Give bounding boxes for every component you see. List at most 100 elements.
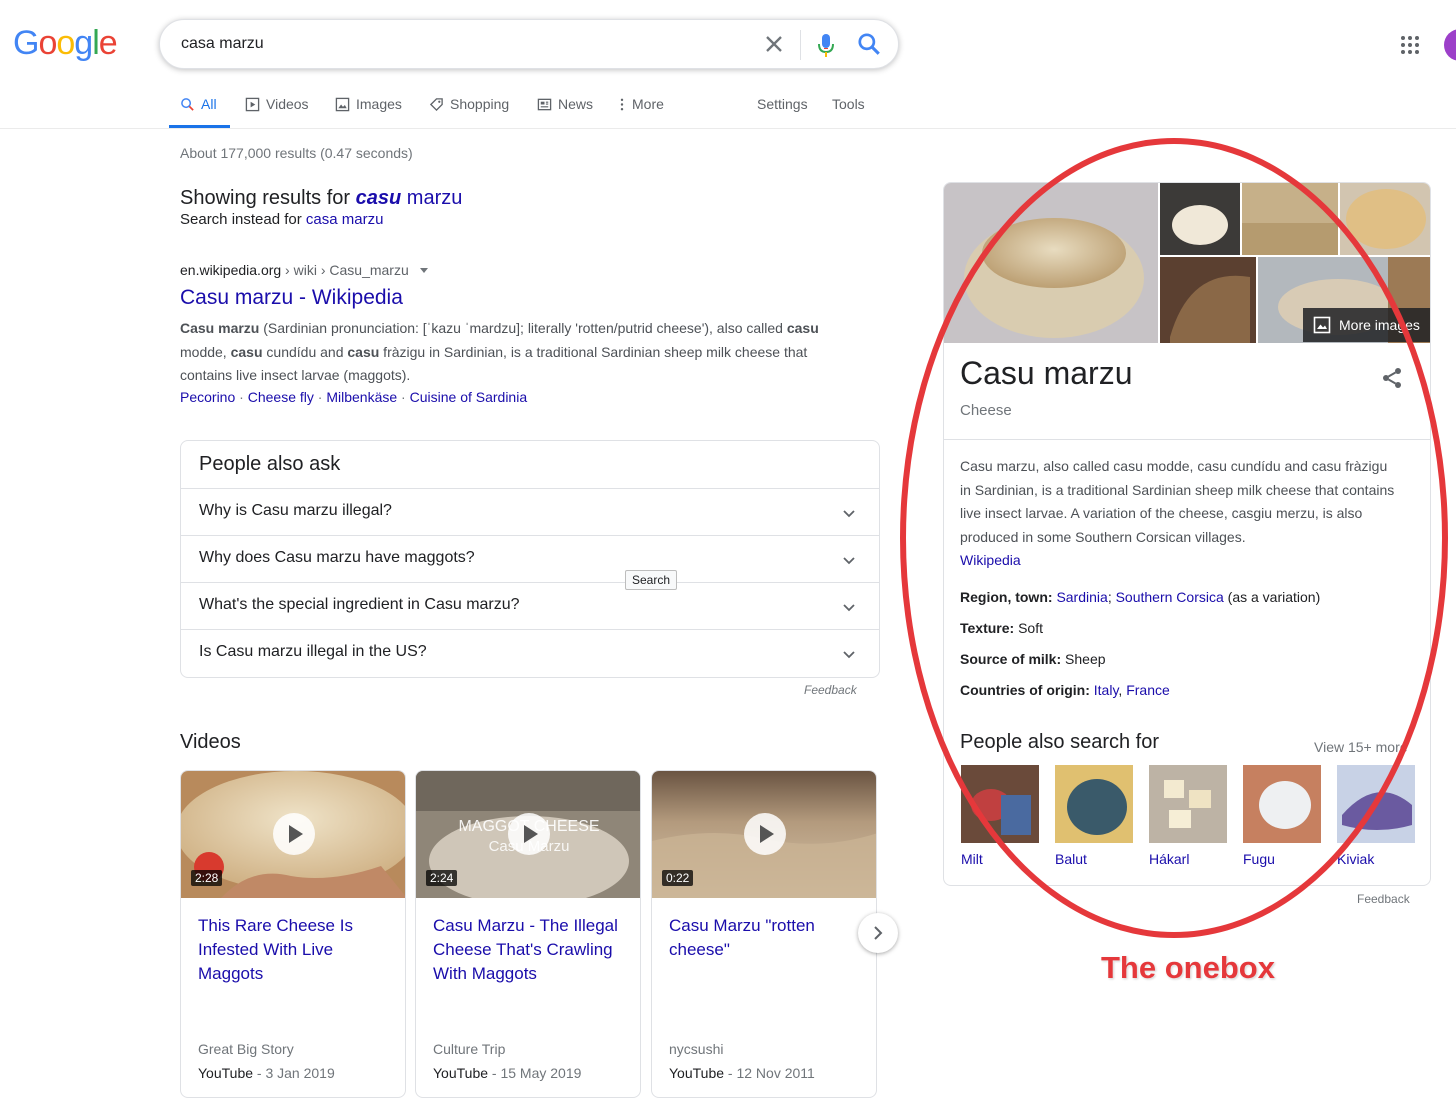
videos-next-button[interactable] bbox=[858, 913, 898, 953]
tab-settings[interactable]: Settings bbox=[757, 96, 808, 112]
result-url[interactable]: en.wikipedia.org › wiki › Casu_marzu bbox=[180, 262, 429, 278]
tab-all[interactable]: All bbox=[180, 96, 217, 112]
active-tab-indicator bbox=[169, 125, 230, 128]
snippet-text: (Sardinian pronunciation: [ˈkazu ˈmardzu… bbox=[259, 320, 787, 336]
video-duration: 0:22 bbox=[662, 870, 694, 886]
tab-label: More bbox=[632, 96, 664, 112]
paa-question[interactable]: What's the special ingredient in Casu ma… bbox=[181, 582, 879, 629]
tab-tools[interactable]: Tools bbox=[832, 96, 865, 112]
video-card[interactable]: MAGGOT CHEESE Casu Marzu 2:24 Casu Marzu… bbox=[415, 770, 641, 1098]
play-icon[interactable] bbox=[744, 813, 786, 855]
clear-icon[interactable] bbox=[760, 30, 788, 58]
apps-grid-icon[interactable] bbox=[1400, 35, 1420, 55]
spelling-correction: Showing results for casu marzu bbox=[180, 187, 462, 210]
video-title[interactable]: This Rare Cheese Is Infested With Live M… bbox=[198, 914, 388, 986]
result-domain: en.wikipedia.org bbox=[180, 262, 282, 278]
search-divider bbox=[800, 30, 801, 60]
video-source: YouTube - 12 Nov 2011 bbox=[669, 1065, 815, 1081]
correction-prefix: Showing results for bbox=[180, 187, 356, 209]
sitelink[interactable]: Cheese fly bbox=[248, 389, 314, 405]
tab-label: Tools bbox=[832, 96, 865, 112]
video-date: - 3 Jan 2019 bbox=[253, 1065, 335, 1081]
video-platform: YouTube bbox=[433, 1065, 489, 1081]
logo-letter: e bbox=[98, 24, 118, 62]
paa-feedback-link[interactable]: Feedback bbox=[804, 683, 857, 697]
tab-label: Settings bbox=[757, 96, 808, 112]
result-path: › wiki › Casu_marzu bbox=[281, 262, 409, 278]
paa-question-text: What's the special ingredient in Casu ma… bbox=[199, 596, 520, 613]
corrected-rest: marzu bbox=[401, 187, 463, 209]
annotation-label: The onebox bbox=[1101, 950, 1275, 985]
chevron-down-icon bbox=[843, 510, 855, 518]
sitelink[interactable]: Pecorino bbox=[180, 389, 235, 405]
google-logo[interactable]: Google bbox=[13, 24, 118, 63]
logo-letter: g bbox=[74, 24, 93, 62]
paa-question-text: Why does Casu marzu have maggots? bbox=[199, 549, 475, 566]
tab-label: News bbox=[558, 96, 594, 112]
pasf-label[interactable]: Kiviak bbox=[1337, 851, 1415, 867]
snippet-bold: casu bbox=[230, 343, 263, 360]
sitelink[interactable]: Cuisine of Sardinia bbox=[410, 389, 528, 405]
corrected-bold: casu bbox=[355, 187, 402, 209]
result-title-link[interactable]: Casu marzu - Wikipedia bbox=[180, 286, 403, 310]
image-icon bbox=[335, 97, 350, 111]
logo-letter: o bbox=[38, 24, 57, 62]
video-date: - 15 May 2019 bbox=[488, 1065, 582, 1081]
search-icon[interactable] bbox=[856, 31, 882, 57]
video-card[interactable]: 0:22 Casu Marzu "rotten cheese" nycsushi… bbox=[651, 770, 877, 1098]
paa-question-text: Is Casu marzu illegal in the US? bbox=[199, 643, 427, 660]
people-also-ask: People also ask Why is Casu marzu illega… bbox=[180, 440, 880, 678]
paa-title: People also ask bbox=[199, 453, 341, 475]
caret-down-icon[interactable] bbox=[419, 265, 429, 275]
search-tabs: All Videos Images Shopping News More Set… bbox=[0, 85, 1456, 129]
paa-question[interactable]: Why is Casu marzu illegal? bbox=[181, 488, 879, 535]
paa-question[interactable]: Why does Casu marzu have maggots? bbox=[181, 535, 879, 582]
tab-label: Shopping bbox=[450, 96, 510, 112]
instead-prefix: Search instead for bbox=[180, 211, 306, 228]
snippet-bold: casu bbox=[347, 343, 380, 360]
play-icon[interactable] bbox=[508, 813, 550, 855]
corrected-query-link[interactable]: casu marzu bbox=[356, 187, 463, 209]
video-source: YouTube - 15 May 2019 bbox=[433, 1065, 581, 1081]
paa-question[interactable]: Is Casu marzu illegal in the US? bbox=[181, 629, 879, 676]
result-stats: About 177,000 results (0.47 seconds) bbox=[180, 145, 413, 161]
search-instead: Search instead for casa marzu bbox=[180, 211, 383, 228]
search-icon bbox=[181, 97, 194, 111]
annotation-ellipse bbox=[900, 138, 1448, 938]
tab-more[interactable]: More bbox=[618, 96, 664, 112]
kp-feedback-link[interactable]: Feedback bbox=[1357, 892, 1410, 906]
videos-heading: Videos bbox=[180, 731, 241, 753]
paa-question-text: Why is Casu marzu illegal? bbox=[199, 502, 392, 519]
tab-label: Images bbox=[356, 96, 402, 112]
video-channel: Culture Trip bbox=[433, 1041, 506, 1057]
snippet-text: cundídu and bbox=[262, 343, 348, 360]
account-avatar[interactable] bbox=[1444, 29, 1456, 61]
video-channel: nycsushi bbox=[669, 1041, 724, 1057]
chevron-down-icon bbox=[843, 557, 855, 565]
sitelink[interactable]: Milbenkäse bbox=[326, 389, 397, 405]
play-icon[interactable] bbox=[273, 813, 315, 855]
video-card[interactable]: 2:28 This Rare Cheese Is Infested With L… bbox=[180, 770, 406, 1098]
video-title[interactable]: Casu Marzu - The Illegal Cheese That's C… bbox=[433, 914, 623, 986]
tab-shopping[interactable]: Shopping bbox=[429, 96, 509, 112]
video-platform: YouTube bbox=[669, 1065, 725, 1081]
video-duration: 2:28 bbox=[191, 870, 223, 886]
chevron-down-icon bbox=[843, 604, 855, 612]
video-date: - 12 Nov 2011 bbox=[724, 1065, 815, 1081]
logo-letter: o bbox=[56, 24, 75, 62]
original-query-link[interactable]: casa marzu bbox=[306, 211, 384, 228]
tab-label: Videos bbox=[266, 96, 309, 112]
tab-videos[interactable]: Videos bbox=[245, 96, 309, 112]
video-source: YouTube - 3 Jan 2019 bbox=[198, 1065, 335, 1081]
search-tooltip: Search bbox=[625, 570, 678, 590]
tab-news[interactable]: News bbox=[537, 96, 593, 112]
search-input[interactable]: casa marzu bbox=[181, 35, 264, 53]
search-box[interactable]: casa marzu bbox=[159, 19, 899, 69]
more-vertical-icon bbox=[620, 98, 624, 110]
video-platform: YouTube bbox=[198, 1065, 254, 1081]
video-title[interactable]: Casu Marzu "rotten cheese" bbox=[669, 914, 859, 962]
result-snippet: Casu marzu (Sardinian pronunciation: [ˈk… bbox=[180, 317, 840, 388]
logo-letter: G bbox=[13, 24, 39, 62]
microphone-icon[interactable] bbox=[814, 31, 838, 59]
tab-images[interactable]: Images bbox=[335, 96, 402, 112]
